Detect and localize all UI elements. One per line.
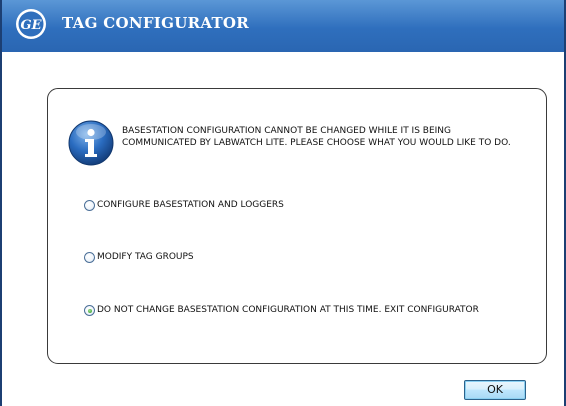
configurator-window: GE TAG CONFIGURATOR BASESTATION CONFIGUR…	[0, 0, 566, 406]
info-icon	[68, 120, 114, 166]
radio-modify-tag-groups[interactable]	[84, 252, 95, 263]
option-label: DO NOT CHANGE BASESTATION CONFIGURATION …	[97, 305, 479, 315]
option-exit-configurator[interactable]: DO NOT CHANGE BASESTATION CONFIGURATION …	[84, 305, 494, 317]
ge-logo-text: GE	[20, 18, 42, 33]
option-label: MODIFY TAG GROUPS	[97, 252, 194, 262]
option-modify-tag-groups[interactable]: MODIFY TAG GROUPS	[84, 252, 194, 264]
window-title: TAG CONFIGURATOR	[62, 14, 250, 32]
ge-logo-icon: GE	[16, 9, 46, 39]
option-label: CONFIGURE BASESTATION AND LOGGERS	[97, 200, 284, 210]
dialog-message: BASESTATION CONFIGURATION CANNOT BE CHAN…	[122, 126, 511, 148]
title-bar: GE TAG CONFIGURATOR	[2, 0, 564, 52]
dialog-panel: BASESTATION CONFIGURATION CANNOT BE CHAN…	[47, 88, 547, 364]
radio-configure-basestation[interactable]	[84, 200, 95, 211]
radio-exit-configurator[interactable]	[84, 305, 95, 316]
ok-button[interactable]: OK	[464, 380, 526, 400]
option-configure-basestation[interactable]: CONFIGURE BASESTATION AND LOGGERS	[84, 200, 284, 212]
